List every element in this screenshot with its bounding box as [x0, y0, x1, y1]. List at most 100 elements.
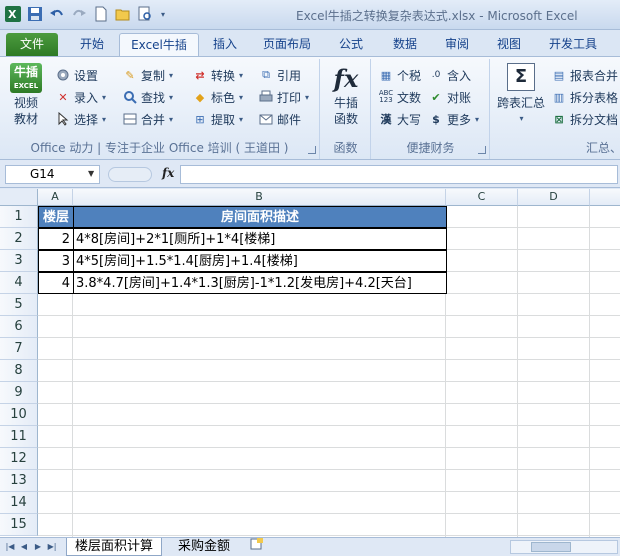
name-box-dropdown-icon[interactable]: ▼ [88, 169, 94, 178]
tab-file[interactable]: 文件 [6, 33, 58, 56]
table-cell-description[interactable]: 4*5[房间]+1.5*1.4[厨房]+1.4[楼梯] [73, 250, 447, 272]
tab-view[interactable]: 视图 [488, 33, 530, 56]
sheet-tab-bar: |◀ ◀ ▶ ▶| 楼层面积计算 采购金额 [0, 537, 620, 556]
new-icon[interactable] [92, 5, 110, 23]
niucha-functions-button[interactable]: fx 牛插 函数 [325, 63, 367, 127]
find-button[interactable]: 查找 ▾ [122, 87, 173, 107]
sheet-tab-floor-area[interactable]: 楼层面积计算 [66, 538, 163, 556]
video-tutorial-label: 视频 教材 [13, 96, 38, 126]
reconcile-button[interactable]: ✔ 对账 [428, 87, 471, 107]
row-header[interactable]: 4 [0, 272, 38, 294]
formula-input[interactable] [180, 165, 618, 184]
settings-icon [55, 67, 71, 83]
row-header[interactable]: 2 [0, 228, 38, 250]
row-header[interactable]: 3 [0, 250, 38, 272]
column-header-c[interactable]: C [446, 189, 518, 206]
select-button[interactable]: 选择 ▾ [55, 109, 106, 129]
column-header-b[interactable]: B [73, 189, 446, 206]
customize-qat-icon[interactable]: ▾ [158, 5, 168, 23]
cross-sheet-summary-button[interactable]: Σ 跨表汇总 ▾ [495, 63, 547, 127]
last-sheet-icon[interactable]: ▶| [46, 541, 58, 553]
row-header[interactable]: 1 [0, 206, 38, 228]
copy-button[interactable]: ✎ 复制 ▾ [122, 65, 173, 85]
sheet-tab-purchase[interactable]: 采购金额 [170, 538, 238, 556]
column-header-e[interactable] [590, 189, 620, 206]
video-tutorial-button[interactable]: 牛插 EXCEL 视频 教材 [8, 63, 44, 127]
extract-button[interactable]: ⊞ 提取 ▾ [192, 109, 243, 129]
report-icon: ▤ [553, 68, 565, 82]
tab-review[interactable]: 审阅 [436, 33, 478, 56]
prev-sheet-icon[interactable]: ◀ [18, 541, 30, 553]
insert-sheet-icon[interactable] [244, 538, 270, 556]
row-header[interactable]: 6 [0, 316, 38, 338]
row-header[interactable]: 11 [0, 426, 38, 448]
round-label: 含入 [447, 68, 472, 83]
row-header[interactable]: 13 [0, 470, 38, 492]
column-header-d[interactable]: D [518, 189, 590, 206]
tab-developer[interactable]: 开发工具 [542, 33, 604, 56]
formula-bar-handle[interactable] [108, 167, 152, 182]
row-header[interactable]: 15 [0, 514, 38, 536]
input-label: 录入 [74, 90, 99, 105]
tab-home[interactable]: 开始 [70, 33, 114, 56]
header-cell-floor[interactable]: 楼层 [38, 206, 74, 228]
uppercase-button[interactable]: 漢 大写 [378, 109, 422, 129]
row-header[interactable]: 12 [0, 448, 38, 470]
preview-icon[interactable] [136, 5, 154, 23]
more-button[interactable]: $ 更多 ▾ [428, 109, 479, 129]
tab-excel-niucha[interactable]: Excel牛插 [119, 33, 199, 57]
first-sheet-icon[interactable]: |◀ [4, 541, 16, 553]
text-number-button[interactable]: ABC 123 文数 [378, 87, 421, 107]
row-header[interactable]: 14 [0, 492, 38, 514]
row-header[interactable]: 5 [0, 294, 38, 316]
dialog-launcher-icon[interactable] [478, 146, 486, 154]
tab-page-layout[interactable]: 页面布局 [252, 33, 322, 56]
color-mark-button[interactable]: ◆ 标色 ▾ [192, 87, 243, 107]
table-cell-floor[interactable]: 3 [38, 250, 74, 272]
merge-button[interactable]: 合并 ▾ [122, 109, 173, 129]
split-doc-button[interactable]: ⊠ 拆分文档 [551, 109, 618, 129]
save-icon[interactable] [26, 5, 44, 23]
column-header-a[interactable]: A [38, 189, 73, 206]
table-cell-floor[interactable]: 2 [38, 228, 74, 250]
split-table-button[interactable]: ▥ 拆分表格 [551, 87, 618, 107]
mail-button[interactable]: 邮件 [258, 109, 301, 129]
group-label-office: Office 动力 | 专注于企业 Office 培训 ( 王道田 ) [30, 141, 289, 155]
table-cell-floor[interactable]: 4 [38, 272, 74, 294]
income-tax-button[interactable]: ▦ 个税 [378, 65, 421, 85]
tab-data[interactable]: 数据 [384, 33, 426, 56]
open-icon[interactable] [114, 5, 132, 23]
select-label: 选择 [74, 112, 99, 127]
niucha-logo-icon: 牛插 EXCEL [10, 63, 42, 93]
name-box[interactable]: G14 [5, 165, 100, 184]
horizontal-scrollbar[interactable] [510, 540, 618, 554]
row-header[interactable]: 9 [0, 382, 38, 404]
row-header[interactable]: 8 [0, 360, 38, 382]
insert-function-icon[interactable]: fx [162, 166, 174, 180]
excel-app-icon[interactable]: X [4, 5, 22, 23]
ribbon-group-office: 牛插 EXCEL 视频 教材 设置 ✕ 录入 ▾ 选择 ▾ ✎ 复制 ▾ 查找 … [0, 59, 320, 159]
table-cell-description[interactable]: 4*8[房间]+2*1[厕所]+1*4[楼梯] [73, 228, 447, 250]
round-button[interactable]: .0 含入 [428, 65, 471, 85]
next-sheet-icon[interactable]: ▶ [32, 541, 44, 553]
undo-icon[interactable] [48, 5, 66, 23]
header-cell-description[interactable]: 房间面积描述 [73, 206, 447, 228]
scroll-thumb[interactable] [531, 542, 571, 552]
input-button[interactable]: ✕ 录入 ▾ [55, 87, 106, 107]
table-cell-description[interactable]: 3.8*4.7[房间]+1.4*1.3[厨房]-1*1.2[发电房]+4.2[天… [73, 272, 447, 294]
reference-button[interactable]: ⧉ 引用 [258, 65, 301, 85]
close-x-icon: ✕ [58, 90, 68, 104]
tab-formulas[interactable]: 公式 [330, 33, 372, 56]
printer-icon [258, 89, 274, 105]
worksheet-grid[interactable]: A B C D 1 2 3 4 5 6 7 8 9 10 11 12 13 14 15 楼层 房间面积描述 … [0, 189, 620, 537]
row-header[interactable]: 10 [0, 404, 38, 426]
redo-icon[interactable] [70, 5, 88, 23]
dialog-launcher-icon[interactable] [308, 146, 316, 154]
print-button[interactable]: 打印 ▾ [258, 87, 309, 107]
row-header[interactable]: 7 [0, 338, 38, 360]
select-all-corner[interactable] [0, 189, 38, 206]
report-merge-button[interactable]: ▤ 报表合并 [551, 65, 618, 85]
convert-button[interactable]: ⇄ 转换 ▾ [192, 65, 243, 85]
tab-insert[interactable]: 插入 [204, 33, 246, 56]
settings-button[interactable]: 设置 [55, 65, 98, 85]
